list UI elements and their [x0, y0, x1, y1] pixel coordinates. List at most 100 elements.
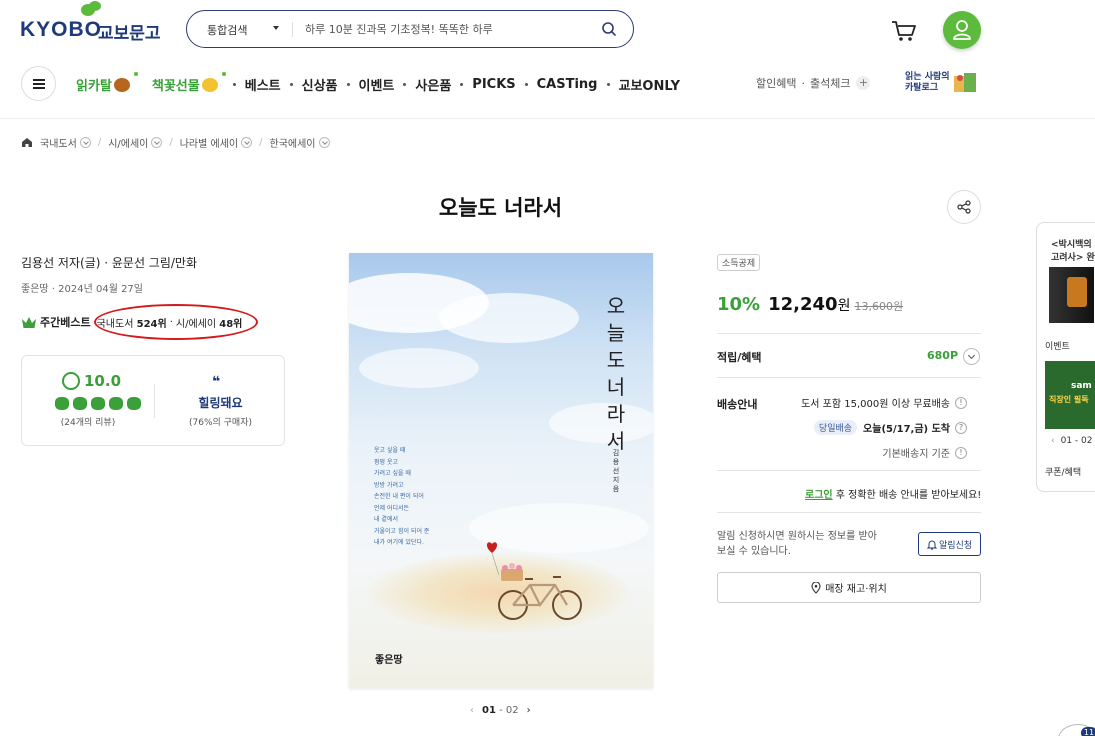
breadcrumb-item-country-essay[interactable]: 나라별 에세이 [180, 135, 238, 150]
nav-item-picks[interactable]: PICKS [472, 77, 515, 92]
shipping-basis: 기본배송지 기준! [882, 445, 967, 460]
sale-price: 12,240 [768, 294, 838, 315]
share-button[interactable] [947, 190, 981, 224]
nav-item-kyobo-only[interactable]: 교보ONLY [619, 75, 681, 94]
chevron-down-icon[interactable] [79, 137, 91, 148]
price-block: 10% 12,240 원 13,600원 [717, 294, 904, 315]
flower-icon [201, 77, 218, 92]
breadcrumb: 국내도서 / 시/에세이 / 나라별 에세이 / 한국에세이 [21, 135, 330, 150]
chevron-down-icon[interactable] [241, 137, 253, 148]
floating-counter-button[interactable]: 11 [1058, 724, 1095, 736]
free-shipping-info: 도서 포함 15,000원 이상 무료배송! [801, 395, 967, 410]
profile-button[interactable] [943, 11, 981, 49]
clover-badge-icon [62, 372, 80, 390]
cart-icon[interactable] [890, 18, 918, 44]
chevron-down-icon[interactable] [318, 137, 330, 148]
side-promo-title[interactable]: <박시백의 고려사> 완 [1051, 239, 1095, 265]
same-day-badge: 당일배송 [813, 420, 858, 435]
chevron-down-icon[interactable] [151, 137, 163, 148]
hamburger-menu-button[interactable] [21, 66, 56, 101]
user-icon [953, 20, 971, 40]
side-pager: ‹ 01 - 02 [1051, 436, 1093, 446]
side-event-banner[interactable]: sam 직장인 필독 [1045, 361, 1095, 429]
clover-icon [73, 397, 87, 410]
attendance-link[interactable]: 출석체크 [810, 75, 850, 91]
plus-icon[interactable]: + [856, 76, 871, 90]
breadcrumb-item-poetry[interactable]: 시/에세이 [108, 135, 148, 150]
location-pin-icon [811, 581, 821, 594]
cover-author: 김용선지음 [612, 449, 620, 493]
side-promo-book-image[interactable] [1049, 267, 1094, 323]
leaf-logo-icon [81, 1, 101, 16]
main-nav: 읽카탈 책꽃선물 베스트 신상품 이벤트 사은품 PICKS CASTing 교… [76, 72, 681, 94]
nav-item-best[interactable]: 베스트 [245, 75, 281, 94]
logo-text-ko: 교보문고 [98, 24, 161, 44]
nav-item-gift[interactable]: 책꽃선물 [152, 72, 226, 94]
review-score: 10.0 [62, 372, 121, 390]
search-icon[interactable] [601, 21, 617, 37]
alarm-description: 알림 신청하시면 원하시는 정보를 받아 보실 수 있습니다. [717, 531, 877, 557]
share-icon [957, 200, 971, 214]
clover-icon [55, 397, 69, 410]
caret-down-icon [273, 26, 279, 30]
publisher-line: 좋은땅 · 2024년 04월 27일 [21, 284, 143, 295]
breadcrumb-item-domestic[interactable]: 국내도서 [40, 135, 77, 150]
prev-arrow-icon[interactable]: ‹ [470, 705, 474, 716]
search-input[interactable] [305, 19, 585, 39]
clover-icon [127, 397, 141, 410]
info-icon[interactable]: ! [955, 396, 967, 409]
login-notice: 로그인 후 정확한 배송 안내를 받아보세요! [805, 490, 982, 501]
cover-publisher-logo: 좋은땅 [375, 655, 403, 666]
search-divider [292, 22, 293, 37]
kyobo-logo[interactable]: KYOBO 교보문고 [20, 1, 165, 44]
bicycle-icon [498, 563, 582, 620]
alarm-subscribe-button[interactable]: 알림신청 [918, 532, 981, 556]
help-icon[interactable]: ? [955, 421, 967, 434]
clover-icon [91, 397, 105, 410]
benefit-link[interactable]: 할인혜택 [756, 75, 796, 91]
bestseller-label: 주간베스트 [40, 316, 91, 329]
income-deduction-tag: 소득공제 [717, 254, 761, 271]
nav-item-casting[interactable]: CASTing [537, 77, 598, 92]
nav-item-event[interactable]: 이벤트 [359, 75, 395, 94]
side-floating-panel: <박시백의 고려사> 완 이벤트 sam 직장인 필독 ‹ 01 - 02 쿠폰/혜… [1036, 222, 1095, 492]
author-line[interactable]: 김용선 저자(글) · 윤문선 그림/만화 [21, 254, 197, 271]
book-title: 오늘도 너라서 [438, 196, 563, 220]
next-arrow-icon[interactable]: › [527, 705, 531, 716]
nav-item-new[interactable]: 신상품 [302, 75, 338, 94]
emotion-keyword: 힐링돼요 [198, 396, 243, 410]
catalog-illustration-icon [954, 73, 976, 92]
count-badge: 11 [1081, 727, 1095, 736]
crown-icon [22, 316, 36, 328]
quote-icon: ❝ [212, 374, 221, 390]
readers-catalog-link[interactable]: 읽는 사람의 카탈로그 [905, 72, 950, 94]
info-icon[interactable]: ! [955, 446, 967, 459]
nav-item-freebie[interactable]: 사은품 [415, 75, 451, 94]
points-chevron-icon[interactable] [963, 348, 980, 365]
logo-text-en: KYOBO [20, 18, 103, 41]
home-icon[interactable] [21, 137, 33, 148]
red-annotation-circle [94, 304, 258, 340]
side-event-label: 이벤트 [1045, 342, 1070, 352]
emotion-percent: (76%의 구매자) [188, 418, 252, 428]
cover-title: 오늘도너라서 [606, 294, 626, 453]
search-scope-select[interactable]: 통합검색 [207, 22, 247, 38]
rating-box[interactable]: 10.0 (24개의 리뷰) ❝ 힐링돼요 (76%의 구매자) [21, 355, 285, 446]
book-cover-image[interactable]: 오늘도너라서 김용선지음 웃고 싶을 때 펑펑 웃고 가려고 싶을 때 방방 가… [349, 253, 653, 688]
clover-rating-icons [55, 397, 141, 410]
prev-arrow-icon[interactable]: ‹ [1051, 436, 1055, 446]
breadcrumb-item-korean-essay[interactable]: 한국에세이 [270, 135, 316, 150]
review-count: (24개의 리뷰) [60, 418, 116, 428]
side-coupon-link[interactable]: 쿠폰/혜택 [1045, 465, 1081, 478]
nav-item-ikatal[interactable]: 읽카탈 [76, 72, 138, 94]
points-value: 680P [927, 349, 959, 362]
login-link[interactable]: 로그인 [805, 490, 833, 501]
search-bar: 통합검색 [186, 10, 634, 48]
arrival-info: 당일배송 오늘(5/17,금) 도착? [813, 420, 967, 435]
discount-rate: 10% [717, 294, 761, 315]
original-price: 13,600원 [854, 300, 904, 313]
store-stock-button[interactable]: 매장 재고·위치 [717, 572, 981, 603]
clover-icon [109, 397, 123, 410]
cover-pager: ‹ 01 - 02 › [470, 705, 531, 716]
utility-nav: 할인혜택 · 출석체크 + [756, 75, 871, 91]
